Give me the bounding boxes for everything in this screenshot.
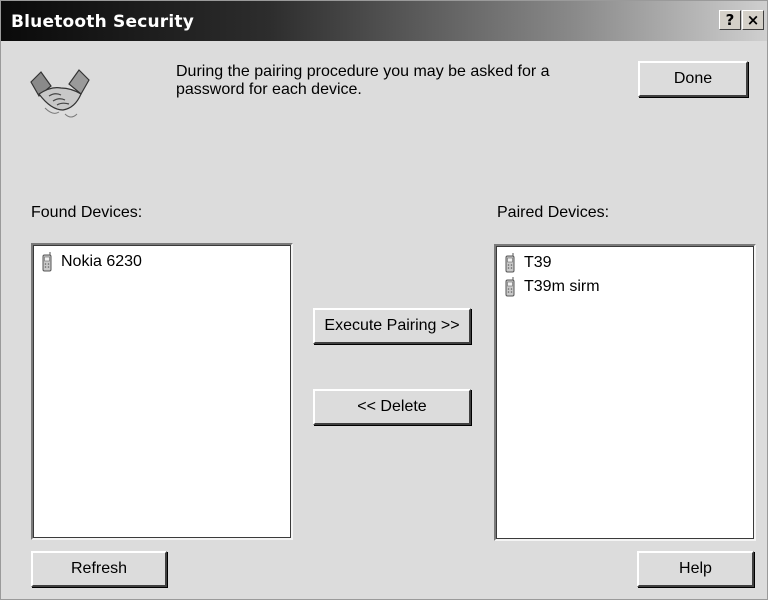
device-name: T39m sirm bbox=[524, 278, 600, 295]
paired-devices-list[interactable]: T39 T39m sirm bbox=[494, 244, 756, 541]
mobile-phone-icon bbox=[504, 252, 516, 273]
execute-pairing-button[interactable]: Execute Pairing >> bbox=[313, 308, 471, 344]
window-title: Bluetooth Security bbox=[11, 12, 195, 32]
pairing-message: During the pairing procedure you may be … bbox=[176, 63, 550, 98]
list-item[interactable]: Nokia 6230 bbox=[41, 251, 142, 273]
help-button[interactable]: Help bbox=[637, 551, 754, 587]
titlebar-close-button[interactable]: × bbox=[742, 10, 764, 30]
found-devices-list[interactable]: Nokia 6230 bbox=[31, 243, 293, 540]
bluetooth-security-dialog: Bluetooth Security ? × During the pairin… bbox=[0, 0, 768, 600]
found-devices-label: Found Devices: bbox=[31, 204, 143, 221]
mobile-phone-icon bbox=[41, 251, 53, 272]
device-name: Nokia 6230 bbox=[61, 253, 142, 270]
device-name: T39 bbox=[524, 254, 552, 271]
paired-devices-label: Paired Devices: bbox=[497, 204, 610, 221]
mobile-phone-icon bbox=[504, 276, 516, 297]
list-item[interactable]: T39 bbox=[504, 252, 552, 274]
refresh-button[interactable]: Refresh bbox=[31, 551, 167, 587]
title-bar: Bluetooth Security ? × bbox=[1, 1, 767, 41]
list-item[interactable]: T39m sirm bbox=[504, 276, 600, 298]
delete-button[interactable]: << Delete bbox=[313, 389, 471, 425]
handshake-icon bbox=[30, 69, 90, 118]
titlebar-help-button[interactable]: ? bbox=[719, 10, 741, 30]
done-button[interactable]: Done bbox=[638, 61, 748, 97]
